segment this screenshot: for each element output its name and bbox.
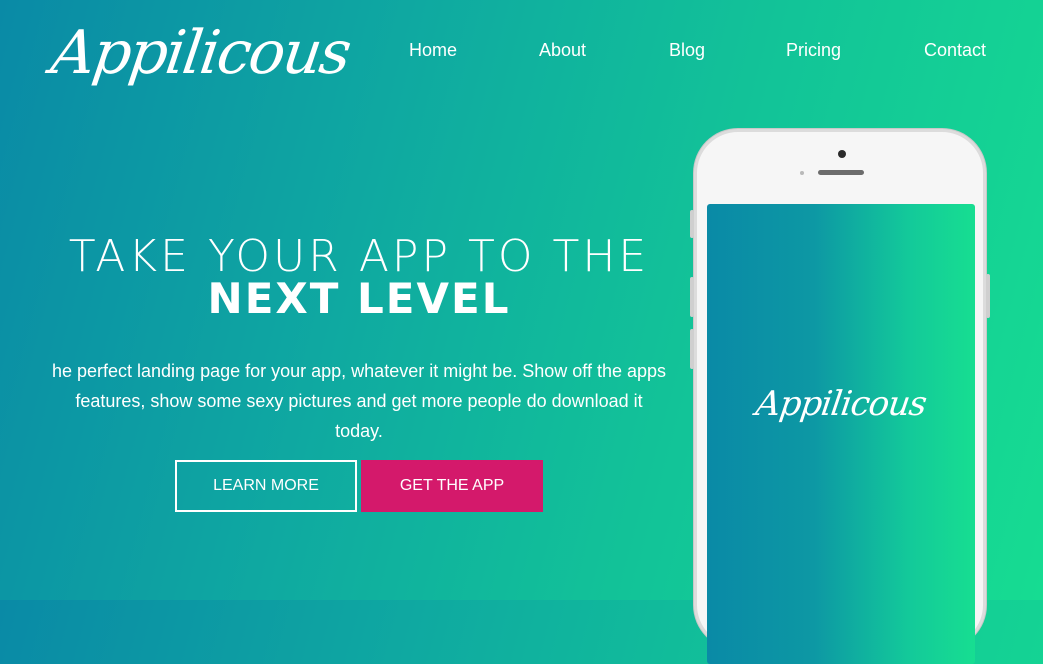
speaker-icon [818,170,864,175]
phone-volume-up [690,277,694,317]
sensor-icon [800,171,804,175]
phone-mockup: Appilicous [690,129,990,664]
phone-power-button [986,274,990,318]
hero-title-line-2: NEXT LEVEL [207,274,511,323]
screen-logo: Appilicous [753,384,929,424]
nav-pricing-link[interactable]: Pricing [786,38,841,62]
main-nav: Home About Blog Pricing Contact [0,38,1043,62]
learn-more-button[interactable]: LEARN MORE [175,460,357,512]
phone-screen: Appilicous [707,204,975,664]
phone-volume-down [690,329,694,369]
get-the-app-button[interactable]: GET THE APP [361,460,543,512]
phone-mute-switch [690,210,694,238]
nav-blog-link[interactable]: Blog [669,38,705,62]
camera-icon [838,150,846,158]
nav-contact-link[interactable]: Contact [924,38,986,62]
nav-about-link[interactable]: About [539,38,586,62]
nav-home-link[interactable]: Home [409,38,457,62]
hero-description: he perfect landing page for your app, wh… [51,361,667,441]
